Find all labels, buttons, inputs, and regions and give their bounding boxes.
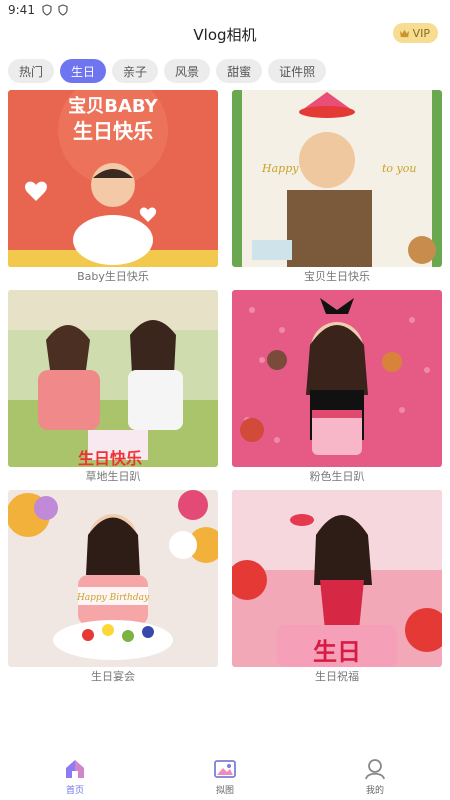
- nav-label: 首页: [65, 785, 84, 796]
- pink-party-image: [232, 290, 442, 467]
- template-label: 生日宴会: [91, 670, 135, 683]
- tab-label: 证件照: [279, 64, 316, 79]
- template-card[interactable]: 宝贝BABY 生日快乐 Baby生日快乐: [8, 90, 218, 284]
- status-time: 9:41: [8, 3, 35, 17]
- category-tabs: 热门 生日 亲子 风景 甜蜜 证件照: [0, 48, 450, 88]
- tab-id-photo[interactable]: 证件照: [268, 59, 327, 83]
- nav-gallery[interactable]: 拟图: [185, 757, 265, 796]
- boy-birthday-image: Happy to you: [232, 90, 442, 267]
- template-thumbnail[interactable]: Happy to you: [232, 90, 442, 267]
- tab-scenery[interactable]: 风景: [164, 59, 211, 83]
- crown-icon: [399, 29, 409, 37]
- shield-icon: [42, 4, 52, 16]
- template-card[interactable]: 生日 生日祝福: [232, 490, 442, 684]
- profile-icon: [365, 758, 385, 779]
- tab-label: 热门: [19, 64, 44, 79]
- svg-text:宝贝BABY: 宝贝BABY: [68, 95, 158, 117]
- template-label: Baby生日快乐: [77, 270, 149, 283]
- tab-sweet[interactable]: 甜蜜: [216, 59, 263, 83]
- template-thumbnail[interactable]: 宝贝BABY 生日快乐: [8, 90, 218, 267]
- nav-home[interactable]: 首页: [35, 757, 115, 796]
- svg-text:Happy Birthday: Happy Birthday: [76, 593, 150, 603]
- tab-label: 生日: [71, 64, 96, 79]
- tab-parent-child[interactable]: 亲子: [112, 59, 159, 83]
- template-thumbnail[interactable]: [232, 290, 442, 467]
- vip-label: VIP: [412, 26, 430, 40]
- svg-text:Happy: Happy: [261, 162, 299, 175]
- lawn-party-image: 生日快乐: [8, 290, 218, 467]
- template-thumbnail[interactable]: 生日: [232, 490, 442, 667]
- baby-birthday-image: 宝贝BABY 生日快乐: [8, 90, 218, 267]
- nav-label: 我的: [365, 785, 384, 796]
- vip-button[interactable]: VIP: [392, 23, 438, 43]
- app-header: Vlog相机 VIP: [0, 20, 450, 48]
- svg-text:生日快乐: 生日快乐: [78, 449, 142, 467]
- template-thumbnail[interactable]: 生日快乐: [8, 290, 218, 467]
- bottom-nav: 首页 拟图 我的: [0, 752, 450, 800]
- svg-text:to you: to you: [382, 162, 416, 175]
- birthday-wish-image: 生日: [232, 490, 442, 667]
- template-thumbnail[interactable]: Happy Birthday: [8, 490, 218, 667]
- template-card[interactable]: Happy to you 宝贝生日快乐: [232, 90, 442, 284]
- template-card[interactable]: 粉色生日趴: [232, 290, 442, 484]
- template-label: 生日祝福: [315, 670, 359, 683]
- template-card[interactable]: 生日快乐 草地生日趴: [8, 290, 218, 484]
- app-title: Vlog相机: [193, 25, 257, 44]
- template-label: 草地生日趴: [85, 470, 141, 483]
- tab-label: 甜蜜: [227, 64, 252, 79]
- tab-label: 风景: [175, 64, 200, 79]
- tab-birthday[interactable]: 生日: [60, 59, 107, 83]
- svg-text:生日: 生日: [313, 638, 361, 666]
- template-card[interactable]: Happy Birthday 生日宴会: [8, 490, 218, 684]
- gallery-icon: [214, 759, 236, 778]
- status-bar: 9:41: [0, 0, 450, 20]
- svg-text:生日快乐: 生日快乐: [73, 119, 153, 143]
- nav-label: 拟图: [215, 785, 234, 796]
- birthday-banquet-image: Happy Birthday: [8, 490, 218, 667]
- home-icon: [66, 759, 84, 778]
- tab-hot[interactable]: 热门: [8, 59, 55, 83]
- shield-icon: [58, 4, 68, 16]
- template-label: 宝贝生日快乐: [304, 270, 370, 283]
- template-label: 粉色生日趴: [309, 470, 365, 483]
- tab-label: 亲子: [123, 64, 148, 79]
- nav-profile[interactable]: 我的: [335, 757, 415, 796]
